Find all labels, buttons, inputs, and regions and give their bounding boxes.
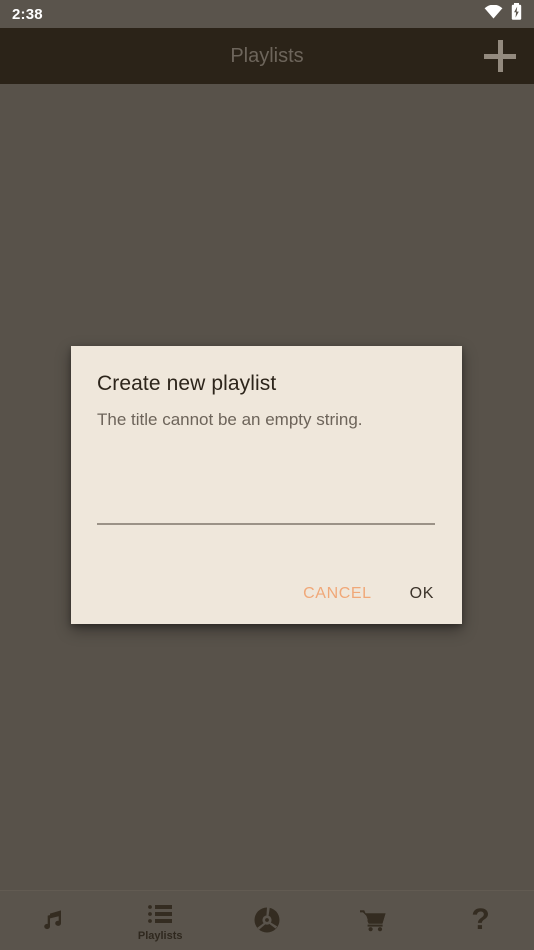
plus-icon-vertical: [497, 40, 503, 72]
status-bar-clock: 2:38: [12, 5, 43, 23]
playlist-title-input[interactable]: [97, 489, 435, 525]
nav-label-playlists: Playlists: [137, 930, 183, 942]
wifi-icon: [484, 4, 503, 24]
sidebar-item-playlists[interactable]: Playlists: [107, 891, 214, 950]
nav-item-store[interactable]: [320, 891, 427, 950]
dialog-action-row: CANCEL OK: [289, 576, 448, 612]
bottom-navigation-bar: Playlists ?: [0, 890, 534, 950]
create-playlist-dialog: Create new playlist The title cannot be …: [71, 346, 462, 624]
ok-button[interactable]: OK: [396, 576, 448, 612]
add-playlist-button[interactable]: [476, 32, 524, 80]
status-bar-icons: [484, 3, 522, 25]
status-bar: 2:38: [0, 0, 534, 28]
playlist-list-icon: [146, 899, 174, 929]
help-question-icon: ?: [471, 905, 489, 935]
shopping-cart-icon: [359, 905, 389, 935]
nav-item-help[interactable]: ?: [427, 891, 534, 950]
page-title: Playlists: [230, 44, 304, 67]
dialog-title: Create new playlist: [97, 372, 277, 395]
music-note-icon: [39, 905, 67, 935]
cancel-button[interactable]: CANCEL: [289, 576, 386, 612]
disc-icon: [252, 905, 282, 935]
nav-item-music[interactable]: [0, 891, 107, 950]
app-bar: Playlists: [0, 28, 534, 84]
nav-item-albums[interactable]: [214, 891, 321, 950]
dialog-message: The title cannot be an empty string.: [97, 410, 363, 429]
help-question-glyph: ?: [471, 903, 490, 936]
battery-charging-icon: [511, 3, 522, 25]
